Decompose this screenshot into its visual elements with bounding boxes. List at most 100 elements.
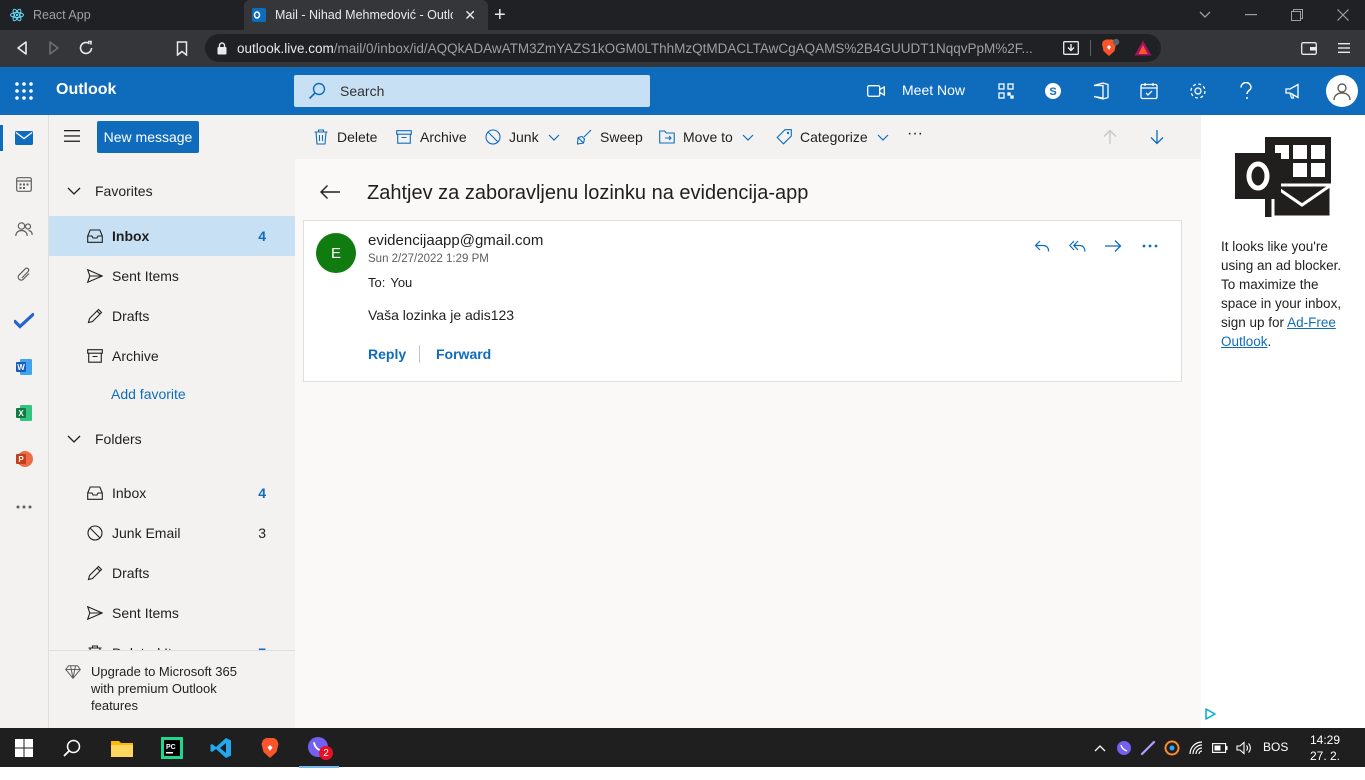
recipient[interactable]: You	[390, 275, 412, 290]
calendar-icon[interactable]	[14, 174, 34, 194]
reply-button[interactable]: Reply	[368, 346, 406, 362]
folder-drafts[interactable]: Drafts	[49, 553, 295, 593]
address-bar[interactable]: outlook.live.com/mail/0/inbox/id/AQQkADA…	[205, 34, 1161, 62]
reply-icon[interactable]	[1032, 236, 1052, 256]
favorite-inbox[interactable]: Inbox 4	[49, 216, 295, 256]
new-tab-icon[interactable]: +	[494, 4, 506, 27]
upgrade-banner[interactable]: Upgrade to Microsoft 365 with premium Ou…	[49, 650, 295, 728]
attachment-icon[interactable]	[14, 265, 34, 285]
pycharm-icon[interactable]: PC	[160, 736, 184, 760]
excel-icon[interactable]: X	[14, 403, 34, 423]
previous-message-arrow-icon[interactable]	[1103, 127, 1117, 147]
feedback-megaphone-icon[interactable]	[1284, 81, 1304, 101]
next-message-arrow-icon[interactable]	[1150, 127, 1164, 147]
sweep-button[interactable]: Sweep	[576, 127, 643, 147]
viber-tray-icon[interactable]	[1116, 740, 1132, 756]
back-icon[interactable]	[12, 38, 32, 58]
tab-search-icon[interactable]	[1182, 0, 1228, 30]
more-apps-icon[interactable]	[14, 497, 34, 517]
app-launcher-icon[interactable]	[14, 81, 34, 101]
file-explorer-icon[interactable]	[110, 736, 134, 760]
divider	[1090, 40, 1091, 56]
folders-label: Folders	[95, 431, 142, 447]
reload-icon[interactable]	[76, 38, 96, 58]
battery-icon[interactable]	[1212, 740, 1228, 756]
restore-icon[interactable]	[1274, 0, 1320, 30]
tab-react-app[interactable]: React App	[10, 0, 242, 30]
brave-shields-icon[interactable]	[1100, 39, 1120, 57]
forward-button[interactable]: Forward	[436, 346, 491, 362]
windows-start-icon[interactable]	[12, 736, 36, 760]
more-actions-icon[interactable]: ···	[907, 124, 923, 144]
forward-icon[interactable]	[44, 38, 64, 58]
outlook-brand[interactable]: Outlook	[56, 81, 116, 99]
junk-button[interactable]: Junk	[485, 127, 560, 147]
meet-now-button[interactable]: Meet Now	[902, 82, 965, 98]
forward-arrow-icon[interactable]	[1103, 236, 1123, 256]
favorite-sent-items[interactable]: Sent Items	[49, 256, 295, 296]
help-icon[interactable]	[1236, 81, 1256, 101]
minimize-icon[interactable]	[1228, 0, 1274, 30]
categorize-button[interactable]: Categorize	[776, 127, 889, 147]
close-tab-icon[interactable]: ✕	[464, 7, 476, 24]
folder-sent-items[interactable]: Sent Items	[49, 593, 295, 633]
volume-icon[interactable]	[1236, 740, 1252, 756]
wallet-icon[interactable]	[1299, 38, 1319, 58]
chevron-down-icon[interactable]	[742, 134, 754, 141]
word-icon[interactable]: W	[14, 357, 34, 377]
bookmark-icon[interactable]	[172, 38, 192, 58]
wifi-icon[interactable]	[1189, 740, 1205, 756]
language-indicator[interactable]: BOS	[1263, 740, 1288, 754]
search-input[interactable]: Search	[340, 83, 384, 99]
chevron-down-icon[interactable]	[877, 134, 889, 141]
chevron-down-icon[interactable]	[548, 134, 560, 141]
hamburger-icon[interactable]	[64, 129, 80, 143]
calendar-check-icon[interactable]	[1139, 81, 1159, 101]
viber-icon[interactable]: 2	[299, 736, 339, 768]
install-app-icon[interactable]	[1063, 41, 1079, 55]
back-arrow-icon[interactable]	[319, 184, 341, 200]
tab-outlook-mail[interactable]: Mail - Nihad Mehmedović - Outlook ✕	[244, 0, 488, 30]
favorite-archive[interactable]: Archive	[49, 336, 295, 376]
skype-icon[interactable]: S	[1043, 81, 1063, 101]
move-to-button[interactable]: Move to	[659, 127, 754, 147]
message-body: Vaša lozinka je adis123	[368, 307, 515, 323]
people-icon[interactable]	[14, 219, 34, 239]
menu-icon[interactable]	[1334, 38, 1354, 58]
delete-button[interactable]: Delete	[313, 127, 377, 147]
search-icon[interactable]	[60, 736, 84, 760]
search-box[interactable]: Search	[294, 75, 650, 107]
mail-icon[interactable]	[14, 128, 34, 148]
brave-rewards-icon[interactable]	[1134, 40, 1152, 56]
close-window-icon[interactable]	[1320, 0, 1365, 30]
office-icon[interactable]	[1091, 81, 1111, 101]
pen-tray-icon[interactable]	[1140, 740, 1156, 756]
folder-name: Archive	[112, 348, 159, 364]
account-avatar[interactable]	[1326, 75, 1358, 107]
send-icon	[86, 267, 104, 285]
settings-gear-icon[interactable]	[1188, 81, 1208, 101]
sender-address[interactable]: evidencijaapp@gmail.com	[368, 232, 543, 249]
folders-header[interactable]: Folders	[49, 419, 295, 459]
system-clock[interactable]: 14:29 27. 2. 2022.	[1294, 732, 1356, 780]
windows-taskbar: PC 2 BOS 14:29 27. 2. 2022.	[0, 728, 1365, 779]
app-tray-icon[interactable]	[1164, 740, 1180, 756]
add-favorite-link[interactable]: Add favorite	[111, 386, 186, 402]
brave-browser-icon[interactable]	[258, 736, 282, 760]
chevron-up-icon[interactable]	[1092, 740, 1108, 756]
todo-icon[interactable]	[14, 311, 34, 331]
vscode-icon[interactable]	[209, 736, 233, 760]
favorites-header[interactable]: Favorites	[49, 171, 295, 211]
adchoices-icon[interactable]	[1204, 708, 1216, 720]
folder-junk-email[interactable]: Junk Email 3	[49, 513, 295, 553]
qr-code-icon[interactable]	[996, 81, 1016, 101]
new-message-button[interactable]: New message	[97, 121, 199, 153]
powerpoint-icon[interactable]: P	[14, 449, 34, 469]
message-more-actions-icon[interactable]	[1140, 236, 1160, 256]
favorite-drafts[interactable]: Drafts	[49, 296, 295, 336]
archive-button[interactable]: Archive	[396, 127, 467, 147]
sender-avatar[interactable]: E	[316, 233, 356, 273]
folder-inbox[interactable]: Inbox 4	[49, 473, 295, 513]
video-camera-icon[interactable]	[866, 81, 886, 101]
reply-all-icon[interactable]	[1068, 236, 1088, 256]
